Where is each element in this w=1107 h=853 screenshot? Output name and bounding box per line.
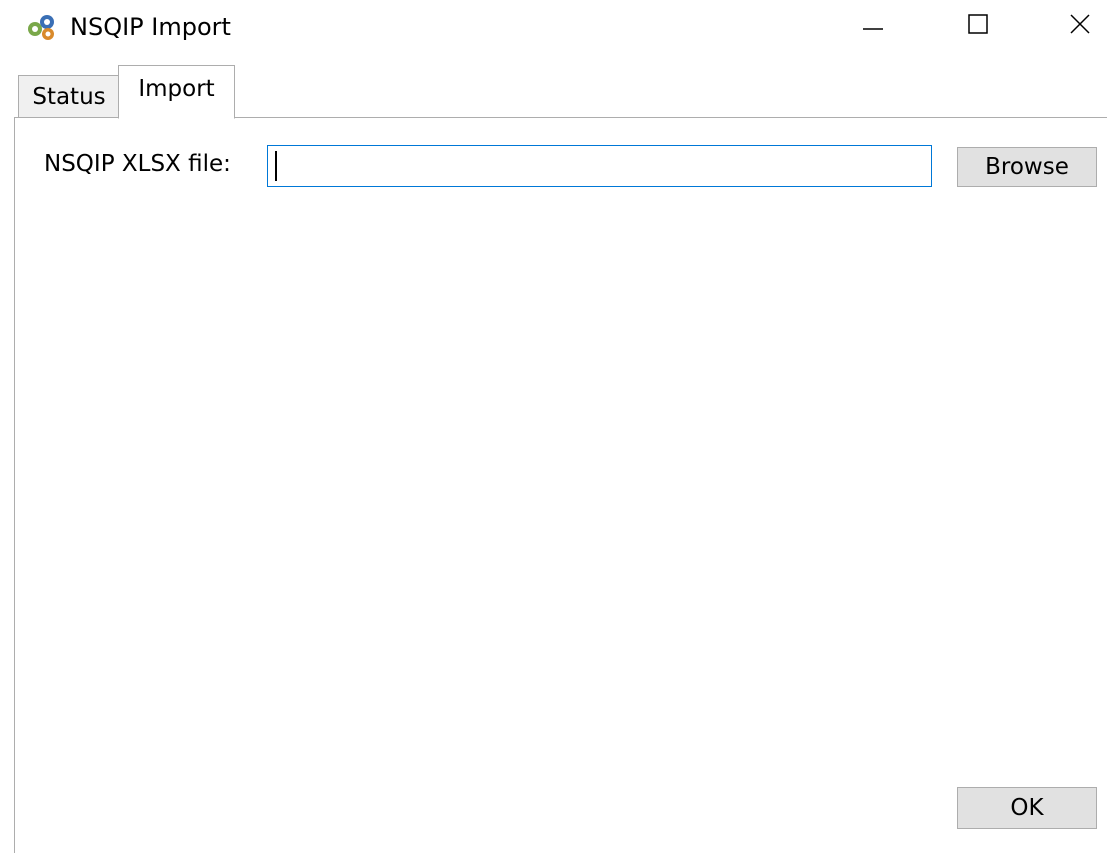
xlsx-file-input[interactable]	[267, 145, 932, 187]
nsqip-import-window: NSQIP Import Status Import NSQIP XLSX fi…	[0, 0, 1107, 853]
gears-app-icon	[26, 12, 60, 42]
tab-status[interactable]: Status	[18, 75, 120, 117]
tab-panel-left-border	[14, 117, 15, 853]
maximize-icon	[967, 13, 989, 39]
close-button[interactable]	[1052, 0, 1107, 52]
tab-import[interactable]: Import	[118, 65, 235, 119]
text-caret	[275, 151, 277, 181]
ok-button[interactable]: OK	[957, 787, 1097, 829]
xlsx-file-label: NSQIP XLSX file:	[44, 151, 231, 177]
close-icon	[1069, 13, 1091, 39]
window-title: NSQIP Import	[70, 13, 231, 41]
title-bar[interactable]: NSQIP Import	[0, 0, 1107, 58]
tab-strip: Status Import	[0, 58, 1107, 119]
browse-button[interactable]: Browse	[957, 147, 1097, 187]
minimize-button[interactable]	[845, 0, 901, 52]
minimize-icon	[862, 13, 884, 39]
maximize-button[interactable]	[950, 0, 1006, 52]
